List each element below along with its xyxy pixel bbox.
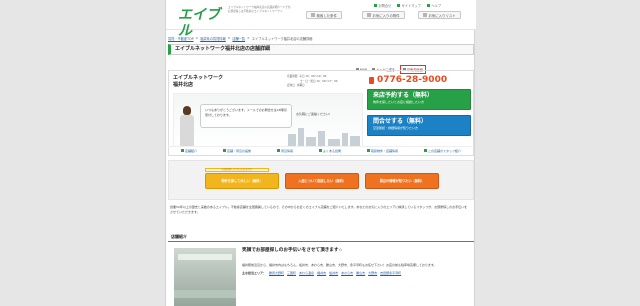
nav-properties[interactable]: 取扱物件・店舗情報 (366, 149, 398, 153)
arrow-icon (423, 149, 427, 152)
arrow-icon (318, 149, 322, 152)
nav-store-images[interactable]: 店舗・周辺の画像 (222, 149, 251, 153)
star-icon (423, 13, 427, 17)
able-logo[interactable]: エイブル (178, 7, 222, 39)
area-link[interactable]: 大野市 (368, 271, 377, 275)
area-link[interactable]: 吉田郡永平寺町 (380, 271, 401, 275)
area-link[interactable]: 坂井市 (329, 271, 338, 275)
area-info-button[interactable]: 周辺の情報が知りたい（無料） (365, 173, 439, 189)
intro-body: 福井駅前近辺から、福井市内はもちろん、坂井市、あわら市、勝山市、大野市、永平寺町… (242, 263, 437, 267)
area-list: 主な担当エリア： 勝見大野町 三国町 あわら温泉 福井市 坂井市 あわら市 勝山… (242, 271, 472, 275)
phone-icon (369, 76, 374, 84)
top-links: お問合せ サイトマップ ヘルプ (374, 3, 441, 8)
store-hours: 営業時間 平日 10：00～19：00 土・日・祝日 10：00～17：00 定休… (287, 75, 365, 89)
store-intro: 笑顔でお部屋探しのお手伝いをさせて頂きます☆ 福井駅前近辺から、福井市内はもちろ… (242, 248, 472, 306)
arrow-icon (397, 4, 401, 7)
hours-row: 定休日 水曜日 (287, 84, 305, 88)
consult-buttons: お部屋探しのプロにおまかせ 物件を探してほしい（無料） 入居について相談したい（… (168, 160, 474, 200)
move-in-consult-button[interactable]: 入居について相談したい（無料） (285, 173, 359, 189)
page: エイブル エイブルネットワーク福井北店の店舗詳細ページです。お部屋探しは不動産の… (165, 0, 476, 306)
nav-store-intro[interactable]: 店舗紹介 (180, 149, 197, 153)
history-icon (311, 13, 315, 17)
arrow-icon (180, 149, 184, 152)
arrow-icon (366, 149, 370, 152)
tagline: エイブルネットワーク福井北店の店舗詳細ページです。お部屋探しは不動産のエイブルネ… (228, 6, 293, 14)
area-label: 主な担当エリア： (242, 271, 267, 276)
phone-number[interactable]: 0776-28-9000 (369, 75, 447, 85)
nav-surroundings[interactable]: 周辺情報 (276, 149, 293, 153)
breadcrumb-prefecture[interactable]: 福井県の賃貸情報 (200, 36, 226, 41)
store-nav: 店舗紹介 店舗・周辺の画像 周辺情報 よくある質問 取扱物件・店舗情報 この店舗… (168, 146, 474, 154)
area-link[interactable]: あわら温泉 (299, 271, 314, 275)
staff-illustration (178, 106, 196, 146)
breadcrumb-current: エイブルネットワーク福井北店の店舗詳細 (251, 37, 313, 41)
page-title: エイブルネットワーク福井北店の店舗詳細 (168, 44, 474, 55)
area-link[interactable]: あわら市 (341, 271, 353, 275)
city-illustration (284, 128, 362, 146)
store-name: エイブルネットワーク 福井北店 (173, 75, 224, 88)
find-property-button[interactable]: 物件を探してほしい（無料） (205, 173, 279, 189)
area-link[interactable]: 勝山市 (356, 271, 365, 275)
viewed-properties-button[interactable]: お気に入りの物件 (362, 11, 405, 19)
breadcrumb: 賃貸・不動産TOP > 福井県の賃貸情報 > 店舗一覧 > エイブルネットワーク福井北… (168, 36, 313, 41)
search-history-button[interactable]: 検索した条件 (306, 11, 342, 19)
nav-faq[interactable]: よくある質問 (318, 149, 341, 153)
section-title: 店舗紹介 (168, 233, 474, 242)
help-link[interactable]: ヘルプ (426, 3, 441, 8)
area-link[interactable]: 福井市 (317, 271, 326, 275)
house-icon (367, 13, 371, 17)
arrow-icon (374, 4, 377, 7)
favorite-list-button[interactable]: お気に入りリスト (418, 11, 461, 19)
area-link[interactable]: 三国町 (287, 271, 296, 275)
breadcrumb-store-list[interactable]: 店舗一覧 (232, 36, 245, 41)
store-photo (174, 248, 236, 306)
reserve-visit-button[interactable]: 来店予約する（無料） 物件を探したいとお店に相談したい方 (367, 89, 471, 110)
breadcrumb-top[interactable]: 賃貸・不動産TOP (168, 36, 194, 41)
store-info-box: エイブルネットワーク 福井北店 営業時間 平日 10：00～19：00 土・日・祝… (168, 70, 474, 156)
header: エイブル エイブルネットワーク福井北店の店舗詳細ページです。お部屋探しは不動産の… (166, 0, 476, 39)
inquiry-button[interactable]: 問合せする（無料） 空室確認・詳細情報が知りたい方 (367, 115, 471, 136)
intro-heading: 笑顔でお部屋探しのお手伝いをさせて頂きます☆ (242, 248, 343, 253)
arrow-icon (222, 149, 226, 152)
contact-link[interactable]: お問合せ (374, 3, 391, 8)
intro-text: 創業50年以上の歴史と実績のあるエイブル。不動産店舗を全国展開しているので、その… (170, 205, 468, 214)
cta-area: 来店予約する（無料） 物件を探したいとお店に相談したい方 問合せする（無料） 空… (367, 89, 471, 141)
arrow-icon (276, 149, 280, 152)
arrow-icon (426, 4, 430, 7)
pro-badge: お部屋探しのプロにおまかせ (205, 168, 269, 172)
nav-staff[interactable]: この店舗のスタッフ紹介 (423, 149, 461, 153)
greeting-bubble: いつもありがとうございます。メールでのお問合せは24時間受付しております。 (200, 104, 292, 128)
greeting-note: お気軽にご連絡ください! (296, 112, 331, 116)
area-link[interactable]: 勝見大野町 (269, 271, 284, 275)
store-banner: いつもありがとうございます。メールでのお問合せは24時間受付しております。 お気… (173, 93, 363, 147)
sitemap-link[interactable]: サイトマップ (397, 3, 421, 8)
